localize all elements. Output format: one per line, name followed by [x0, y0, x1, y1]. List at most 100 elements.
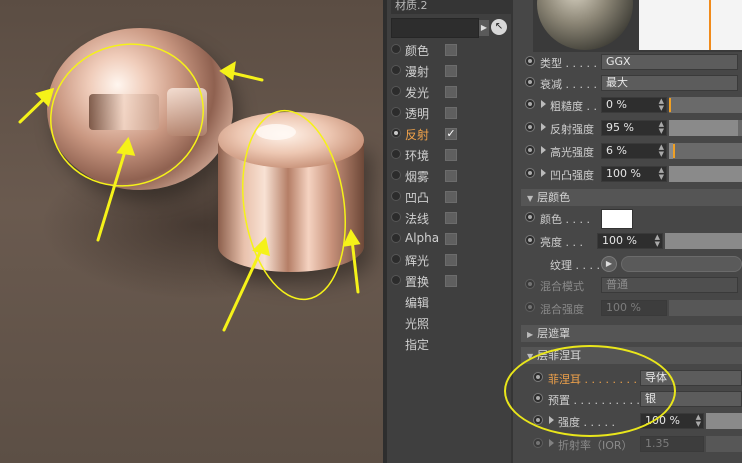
expand-triangle-icon[interactable]: [541, 146, 546, 154]
channel-anim-icon[interactable]: [391, 128, 401, 138]
channel-checkbox[interactable]: [445, 275, 457, 287]
specular-strength-label: 高光强度: [550, 146, 594, 159]
annotation-arrow: [96, 146, 128, 242]
channel-anim-icon[interactable]: [391, 233, 401, 243]
brightness-slider[interactable]: [665, 233, 742, 249]
assign-link[interactable]: 指定: [405, 336, 429, 353]
channel-label[interactable]: 反射: [405, 126, 429, 143]
channel-checkbox[interactable]: ✓: [445, 128, 457, 140]
channel-label[interactable]: 烟雾: [405, 168, 429, 185]
brightness-row: 亮度 . . . 100 % ▲ ▼: [513, 231, 742, 251]
channel-label[interactable]: 置换: [405, 273, 429, 290]
channel-label[interactable]: 发光: [405, 84, 429, 101]
channel-checkbox[interactable]: [445, 86, 457, 98]
bump-strength-row: 凹凸强度 100 % ▲ ▼: [513, 164, 742, 184]
reflect-strength-anim-icon[interactable]: [525, 122, 535, 132]
texture-menu-icon[interactable]: ▶: [601, 256, 617, 272]
attenuation-row: 衰减 . . . . . . 最大: [513, 73, 742, 93]
edit-link[interactable]: 编辑: [405, 294, 429, 311]
texture-label: 纹理 . . . .: [550, 259, 600, 272]
attenuation-dropdown[interactable]: 最大: [601, 75, 738, 91]
specular-strength-anim-icon[interactable]: [525, 145, 535, 155]
layer-mask-header[interactable]: ▶ 层遮罩: [521, 325, 742, 342]
bump-strength-slider[interactable]: [669, 166, 742, 182]
picker-cursor-icon[interactable]: ↖: [491, 19, 507, 35]
channel-row[interactable]: 凹凸: [387, 187, 511, 207]
channel-checkbox[interactable]: [445, 212, 457, 224]
channel-row[interactable]: 透明: [387, 103, 511, 123]
channel-checkbox[interactable]: [445, 233, 457, 245]
fresnel-strength-slider[interactable]: [706, 413, 742, 429]
channel-anim-icon[interactable]: [391, 65, 401, 75]
channel-row[interactable]: 法线: [387, 208, 511, 228]
channel-label[interactable]: 凹凸: [405, 189, 429, 206]
brightness-input[interactable]: 100 % ▲ ▼: [597, 233, 663, 249]
blend-mode-row: 混合模式 普通: [513, 275, 742, 295]
channel-row[interactable]: 漫射: [387, 61, 511, 81]
channel-label[interactable]: 环境: [405, 147, 429, 164]
texture-slot[interactable]: [621, 256, 742, 272]
channel-row[interactable]: 烟雾: [387, 166, 511, 186]
roughness-slider[interactable]: [669, 97, 742, 113]
channel-checkbox[interactable]: [445, 44, 457, 56]
channel-anim-icon[interactable]: [391, 149, 401, 159]
channel-anim-icon[interactable]: [391, 212, 401, 222]
channel-anim-icon[interactable]: [391, 275, 401, 285]
brightness-label: 亮度 . . .: [540, 236, 583, 249]
attenuation-anim-icon[interactable]: [525, 77, 535, 87]
channel-row[interactable]: 辉光: [387, 250, 511, 270]
blend-strength-row: 混合强度 100 %: [513, 298, 742, 318]
specular-strength-input[interactable]: 6 % ▲ ▼: [601, 143, 667, 159]
channel-checkbox[interactable]: [445, 149, 457, 161]
channel-label[interactable]: Alpha: [405, 231, 439, 245]
channel-anim-icon[interactable]: [391, 44, 401, 54]
reflect-strength-slider[interactable]: [669, 120, 742, 136]
type-dropdown[interactable]: GGX: [601, 54, 738, 70]
channel-row[interactable]: 发光: [387, 82, 511, 102]
channel-anim-icon[interactable]: [391, 86, 401, 96]
roughness-label: 粗糙度 . .: [550, 100, 597, 113]
channel-row[interactable]: Alpha: [387, 229, 511, 249]
expand-triangle-icon[interactable]: [541, 123, 546, 131]
channel-checkbox[interactable]: [445, 65, 457, 77]
channel-checkbox[interactable]: [445, 107, 457, 119]
annotation-arrow: [350, 238, 360, 294]
channel-checkbox[interactable]: [445, 191, 457, 203]
blend-mode-label: 混合模式: [540, 280, 584, 293]
render-viewport[interactable]: [0, 0, 383, 463]
material-name-field[interactable]: [391, 18, 479, 38]
type-anim-icon[interactable]: [525, 56, 535, 66]
material-menu-arrow-icon[interactable]: ▶: [479, 20, 489, 36]
color-swatch[interactable]: [601, 209, 633, 229]
annotation-ellipse-sphere: [50, 43, 204, 187]
channel-anim-icon[interactable]: [391, 107, 401, 117]
channel-label[interactable]: 辉光: [405, 252, 429, 269]
layer-color-header[interactable]: ▼ 层颜色: [521, 189, 742, 206]
channel-checkbox[interactable]: [445, 254, 457, 266]
channel-label[interactable]: 透明: [405, 105, 429, 122]
bump-strength-input[interactable]: 100 % ▲ ▼: [601, 166, 667, 182]
channel-checkbox[interactable]: [445, 170, 457, 182]
specular-strength-slider[interactable]: [669, 143, 742, 159]
channel-row[interactable]: 颜色: [387, 40, 511, 60]
illumination-link[interactable]: 光照: [405, 315, 429, 332]
channel-label[interactable]: 法线: [405, 210, 429, 227]
channel-row[interactable]: 置换: [387, 271, 511, 291]
channel-anim-icon[interactable]: [391, 170, 401, 180]
channel-label[interactable]: 颜色: [405, 42, 429, 59]
expand-triangle-icon[interactable]: [541, 169, 546, 177]
bump-strength-anim-icon[interactable]: [525, 168, 535, 178]
roughness-anim-icon[interactable]: [525, 99, 535, 109]
brightness-anim-icon[interactable]: [525, 235, 535, 245]
channel-anim-icon[interactable]: [391, 191, 401, 201]
channel-row[interactable]: 环境: [387, 145, 511, 165]
roughness-input[interactable]: 0 % ▲ ▼: [601, 97, 667, 113]
channel-label[interactable]: 漫射: [405, 63, 429, 80]
attenuation-label: 衰减 . . . . . .: [540, 78, 604, 91]
expand-triangle-icon[interactable]: [541, 100, 546, 108]
reflect-strength-input[interactable]: 95 % ▲ ▼: [601, 120, 667, 136]
channel-row[interactable]: 反射 ✓: [387, 124, 511, 144]
expand-triangle-icon: ▶: [527, 330, 534, 339]
layer-color-anim-icon[interactable]: [525, 212, 535, 222]
channel-anim-icon[interactable]: [391, 254, 401, 264]
